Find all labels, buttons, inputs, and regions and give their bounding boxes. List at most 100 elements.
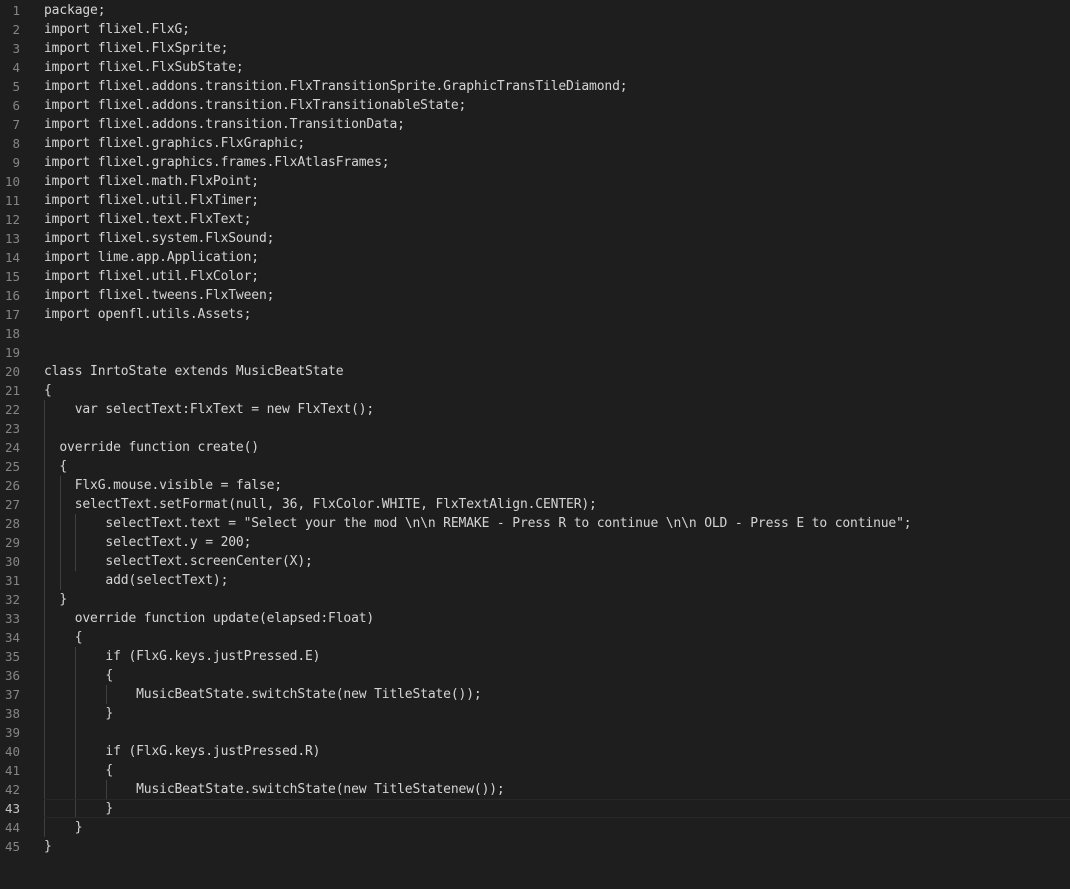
code-line[interactable]: 37 MusicBeatState.switchState(new TitleS… <box>0 685 1070 704</box>
code-line[interactable]: 13 import flixel.system.FlxSound; <box>0 229 1070 248</box>
code-text[interactable]: import flixel.util.FlxColor; <box>44 267 259 286</box>
code-line[interactable]: 20 class InrtoState extends MusicBeatStat… <box>0 362 1070 381</box>
code-line[interactable]: 34 { <box>0 628 1070 647</box>
code-line[interactable]: 6 import flixel.addons.transition.FlxTran… <box>0 96 1070 115</box>
code-text[interactable]: import lime.app.Application; <box>44 248 259 267</box>
code-text[interactable]: import flixel.addons.transition.FlxTrans… <box>44 96 466 115</box>
code-text[interactable]: import flixel.system.FlxSound; <box>44 229 274 248</box>
code-line[interactable]: 40 if (FlxG.keys.justPressed.R) <box>0 742 1070 761</box>
code-text[interactable]: } <box>44 704 113 723</box>
code-line[interactable]: 9 import flixel.graphics.frames.FlxAtlasF… <box>0 153 1070 172</box>
code-line[interactable]: 12 import flixel.text.FlxText; <box>0 210 1070 229</box>
line-number: 12 <box>4 212 20 227</box>
code-line[interactable]: 27 selectText.setFormat(null, 36, FlxCol… <box>0 495 1070 514</box>
code-text[interactable]: if (FlxG.keys.justPressed.R) <box>44 742 320 761</box>
line-number: 11 <box>4 193 20 208</box>
code-text[interactable]: import flixel.util.FlxTimer; <box>44 191 259 210</box>
code-text[interactable]: } <box>44 818 83 837</box>
code-line[interactable]: 25 { <box>0 457 1070 476</box>
code-text[interactable]: import flixel.FlxSubState; <box>44 58 244 77</box>
code-line[interactable]: 14 import lime.app.Application; <box>0 248 1070 267</box>
code-line[interactable]: 29 selectText.y = 200; <box>0 533 1070 552</box>
code-text[interactable]: selectText.y = 200; <box>44 533 251 552</box>
line-number: 16 <box>4 288 20 303</box>
code-text[interactable]: import flixel.graphics.frames.FlxAtlasFr… <box>44 153 390 172</box>
code-line[interactable]: 16 import flixel.tweens.FlxTween; <box>0 286 1070 305</box>
code-line[interactable]: 39 <box>0 723 1070 742</box>
code-text[interactable]: { <box>44 457 67 476</box>
code-line[interactable]: 19 <box>0 343 1070 362</box>
code-line[interactable]: 31 add(selectText); <box>0 571 1070 590</box>
code-text[interactable]: add(selectText); <box>44 571 228 590</box>
code-line[interactable]: 28 selectText.text = "Select your the mo… <box>0 514 1070 533</box>
code-line[interactable]: 7 import flixel.addons.transition.Transit… <box>0 115 1070 134</box>
code-text[interactable]: import flixel.addons.transition.Transiti… <box>44 115 405 134</box>
code-text[interactable]: selectText.text = "Select your the mod \… <box>44 514 911 533</box>
code-text[interactable]: import openfl.utils.Assets; <box>44 305 251 324</box>
code-text[interactable]: override function update(elapsed:Float) <box>44 609 375 628</box>
code-text[interactable]: { <box>44 381 52 400</box>
code-text[interactable]: } <box>44 837 52 856</box>
code-line[interactable]: 23 <box>0 419 1070 438</box>
code-line[interactable]: 44 } <box>0 818 1070 837</box>
code-text[interactable]: import flixel.math.FlxPoint; <box>44 172 259 191</box>
line-number: 17 <box>4 307 20 322</box>
code-line[interactable]: 21 { <box>0 381 1070 400</box>
code-line[interactable]: 8 import flixel.graphics.FlxGraphic; <box>0 134 1070 153</box>
code-text[interactable]: override function create() <box>44 438 259 457</box>
code-text[interactable]: } <box>44 590 67 609</box>
code-text[interactable]: var selectText:FlxText = new FlxText(); <box>44 400 375 419</box>
code-line[interactable]: 36 { <box>0 666 1070 685</box>
code-text[interactable]: { <box>44 666 113 685</box>
code-text[interactable]: class InrtoState extends MusicBeatState <box>44 362 344 381</box>
line-number: 24 <box>4 440 20 455</box>
line-number: 21 <box>4 383 20 398</box>
code-line[interactable]: 32 } <box>0 590 1070 609</box>
code-text[interactable]: import flixel.addons.transition.FlxTrans… <box>44 77 628 96</box>
code-area[interactable]: 1 package; 2 import flixel.FlxG; 3 import fli… <box>0 1 1070 856</box>
code-line[interactable]: 5 import flixel.addons.transition.FlxTran… <box>0 77 1070 96</box>
code-text[interactable]: FlxG.mouse.visible = false; <box>44 476 282 495</box>
code-line[interactable]: 30 selectText.screenCenter(X); <box>0 552 1070 571</box>
code-line[interactable]: 45} <box>0 837 1070 856</box>
code-line[interactable]: 1 package; <box>0 1 1070 20</box>
code-line[interactable]: 42 MusicBeatState.switchState(new TitleS… <box>0 780 1070 799</box>
code-line[interactable]: 15 import flixel.util.FlxColor; <box>0 267 1070 286</box>
code-text[interactable]: { <box>44 761 113 780</box>
code-text[interactable]: { <box>44 628 83 647</box>
code-line[interactable]: 33 override function update(elapsed:Floa… <box>0 609 1070 628</box>
code-text[interactable]: import flixel.graphics.FlxGraphic; <box>44 134 305 153</box>
code-line[interactable]: 24 override function create() <box>0 438 1070 457</box>
line-number: 27 <box>4 497 20 512</box>
line-number: 23 <box>4 421 20 436</box>
code-text[interactable]: } <box>44 799 113 818</box>
code-line[interactable]: 3 import flixel.FlxSprite; <box>0 39 1070 58</box>
code-text[interactable]: selectText.screenCenter(X); <box>44 552 312 571</box>
code-text[interactable]: MusicBeatState.switchState(new TitleStat… <box>44 780 505 799</box>
code-text[interactable]: import flixel.text.FlxText; <box>44 210 251 229</box>
code-text[interactable]: import flixel.tweens.FlxTween; <box>44 286 274 305</box>
code-editor[interactable]: 1 package; 2 import flixel.FlxG; 3 import fli… <box>0 0 1070 889</box>
code-line[interactable]: 38 } <box>0 704 1070 723</box>
code-text[interactable]: import flixel.FlxG; <box>44 20 190 39</box>
code-line[interactable]: 10 import flixel.math.FlxPoint; <box>0 172 1070 191</box>
code-line[interactable]: 41 { <box>0 761 1070 780</box>
code-line[interactable]: 11 import flixel.util.FlxTimer; <box>0 191 1070 210</box>
code-text[interactable]: package; <box>44 1 106 20</box>
line-number: 4 <box>12 60 20 75</box>
code-text[interactable]: import flixel.FlxSprite; <box>44 39 228 58</box>
line-number: 38 <box>4 706 20 721</box>
line-number: 6 <box>12 98 20 113</box>
code-line[interactable]: 18 <box>0 324 1070 343</box>
code-text[interactable]: MusicBeatState.switchState(new TitleStat… <box>44 685 482 704</box>
code-line[interactable]: 2 import flixel.FlxG; <box>0 20 1070 39</box>
code-line[interactable]: 22 var selectText:FlxText = new FlxText(… <box>0 400 1070 419</box>
code-text[interactable]: selectText.setFormat(null, 36, FlxColor.… <box>44 495 597 514</box>
line-number: 33 <box>4 611 20 626</box>
code-text[interactable]: if (FlxG.keys.justPressed.E) <box>44 647 320 666</box>
code-line[interactable]: 17 import openfl.utils.Assets; <box>0 305 1070 324</box>
code-line[interactable]: 26 FlxG.mouse.visible = false; <box>0 476 1070 495</box>
code-line[interactable]: 35 if (FlxG.keys.justPressed.E) <box>0 647 1070 666</box>
code-line[interactable]: 4 import flixel.FlxSubState; <box>0 58 1070 77</box>
code-line[interactable]: 43 } <box>0 799 1070 818</box>
